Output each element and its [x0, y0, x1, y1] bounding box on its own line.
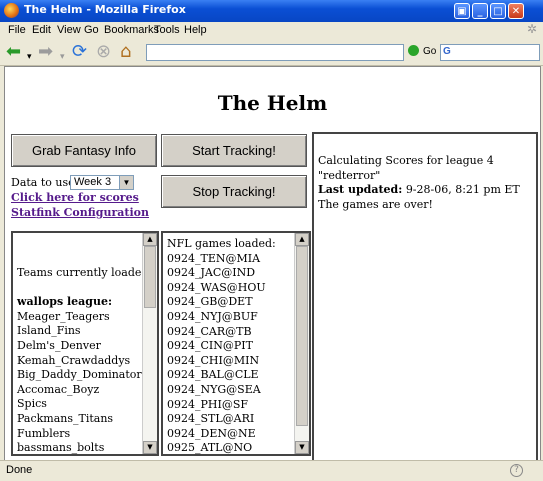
forward-icon[interactable]: ➡ [38, 42, 53, 62]
scroll-up-icon[interactable]: ▲ [143, 233, 157, 246]
list-item: 0924_DEN@NE [167, 426, 256, 440]
scroll-up-icon[interactable]: ▲ [295, 233, 309, 246]
games-over-text: The games are over! [318, 197, 433, 211]
back-icon[interactable]: ⬅ [6, 42, 21, 62]
list-item: 0924_CAR@TB [167, 324, 252, 338]
extra-window-icon[interactable]: ▣ [454, 3, 470, 19]
list-item: 0924_TEN@MIA [167, 251, 261, 265]
list-item: 0924_GB@DET [167, 295, 253, 309]
data-to-use-label: Data to use: [11, 176, 79, 189]
throbber-icon: ✲ [527, 22, 538, 36]
stop-tracking-button[interactable]: Stop Tracking! [161, 175, 307, 208]
list-item: Meager_Teagers [17, 309, 110, 323]
games-scrollbar[interactable]: ▲ ▼ [294, 233, 309, 454]
window-titlebar: The Helm - Mozilla Firefox ▣ _ □ ✕ [0, 0, 543, 22]
statusbar: Done ? [0, 460, 543, 481]
list-item: 0925_ATL@NO [167, 441, 253, 455]
teams-list-panel[interactable]: Teams currently loaded: wallops league: … [11, 231, 159, 456]
maximize-button[interactable]: □ [490, 3, 506, 19]
google-search-icon: G [443, 46, 451, 57]
menu-bookmarks[interactable]: Bookmarks [104, 24, 159, 36]
scroll-thumb[interactable] [144, 246, 156, 308]
last-updated-label: Last updated: [318, 183, 403, 197]
back-dropdown-icon[interactable]: ▾ [27, 47, 32, 67]
status-panel: Calculating Scores for league 4 "redterr… [312, 132, 538, 460]
calculating-text: Calculating Scores for league 4 "redterr… [318, 154, 494, 182]
chevron-down-icon[interactable]: ▼ [119, 176, 133, 189]
stop-icon[interactable]: ⊗ [96, 42, 111, 62]
scroll-down-icon[interactable]: ▼ [295, 441, 309, 454]
menubar: File Edit View Go Bookmarks Tools Help ✲ [0, 22, 543, 39]
list-item: bassmans_bolts [17, 441, 105, 455]
list-item: Spics [17, 397, 47, 411]
page-title: The Helm [217, 91, 328, 115]
games-list-panel[interactable]: NFL games loaded: 0924_TEN@MIA 0924_JAC@… [161, 231, 311, 456]
firefox-icon [4, 3, 19, 18]
list-item: 0924_WAS@HOU [167, 280, 266, 294]
list-item: Island_Fins [17, 324, 81, 338]
status-text: Calculating Scores for league 4 "redterr… [318, 154, 532, 212]
go-icon[interactable] [408, 45, 419, 56]
week-select-value: Week 3 [74, 176, 112, 188]
menu-view[interactable]: View [57, 24, 81, 36]
teams-scrollbar[interactable]: ▲ ▼ [142, 233, 157, 454]
list-item: Big_Daddy_Dominators [17, 368, 148, 382]
teams-list: Teams currently loaded: wallops league: … [17, 266, 153, 455]
page-content: The Helm Grab Fantasy Info Start Trackin… [4, 66, 541, 461]
forward-dropdown-icon[interactable]: ▾ [60, 47, 65, 67]
menu-go[interactable]: Go [84, 24, 99, 36]
games-header: NFL games loaded: [167, 237, 276, 250]
list-item: 0924_JAC@IND [167, 266, 256, 280]
scroll-down-icon[interactable]: ▼ [143, 441, 157, 454]
list-item: Accomac_Boyz [17, 382, 100, 396]
search-input[interactable]: G [440, 44, 540, 61]
list-item: 0924_PHI@SF [167, 397, 249, 411]
list-item: Kemah_Crawdaddys [17, 353, 131, 367]
list-item: 0924_NYJ@BUF [167, 309, 258, 323]
menu-tools[interactable]: Tools [154, 24, 180, 36]
home-icon[interactable]: ⌂ [120, 42, 131, 62]
status-text: Done [6, 464, 33, 476]
last-updated-line: Last updated: 9-28-06, 8:21 pm ET [318, 183, 532, 198]
grab-fantasy-info-button[interactable]: Grab Fantasy Info [11, 134, 157, 167]
last-updated-value: 9-28-06, 8:21 pm ET [405, 183, 520, 197]
games-list: NFL games loaded: 0924_TEN@MIA 0924_JAC@… [167, 237, 276, 455]
list-item: 0924_BAL@CLE [167, 368, 259, 382]
week-select[interactable]: Week 3 ▼ [70, 175, 134, 190]
window-title: The Helm - Mozilla Firefox [24, 3, 186, 16]
menu-edit[interactable]: Edit [32, 24, 51, 36]
league-name: wallops league: [17, 295, 113, 309]
minimize-button[interactable]: _ [472, 3, 488, 19]
scores-link[interactable]: Click here for scores [11, 191, 139, 204]
menu-file[interactable]: File [8, 24, 26, 36]
status-icon: ? [510, 464, 523, 477]
go-label[interactable]: Go [423, 46, 436, 57]
list-item: Fumblers [17, 426, 71, 440]
teams-header: Teams currently loaded: [17, 266, 153, 279]
reload-icon[interactable]: ⟳ [72, 42, 87, 62]
scroll-thumb[interactable] [296, 246, 308, 426]
list-item: 0924_STL@ARI [167, 412, 255, 426]
start-tracking-button[interactable]: Start Tracking! [161, 134, 307, 167]
menu-help[interactable]: Help [184, 24, 207, 36]
list-item: 0924_NYG@SEA [167, 382, 261, 396]
url-input[interactable] [146, 44, 404, 61]
list-item: Packmans_Titans [17, 411, 114, 425]
list-item: 0924_CIN@PIT [167, 339, 253, 353]
close-button[interactable]: ✕ [508, 3, 524, 19]
list-item: Delm's_Denver [17, 338, 101, 352]
list-item: 0924_CHI@MIN [167, 353, 260, 367]
statfink-config-link[interactable]: Statfink Configuration [11, 206, 149, 219]
